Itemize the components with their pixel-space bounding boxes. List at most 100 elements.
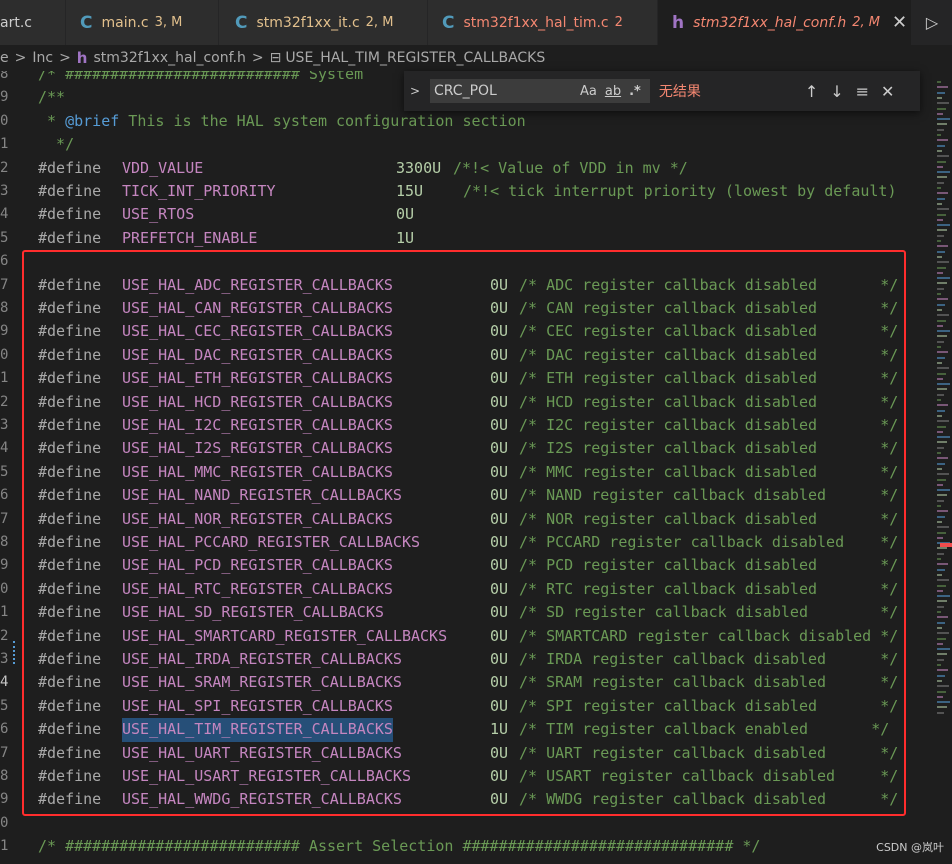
whole-word-icon[interactable]: ab bbox=[605, 84, 621, 99]
line-number: 6 bbox=[0, 487, 9, 504]
comment-text: /*!< Value of VDD in mv */ bbox=[453, 158, 688, 177]
macro-name[interactable]: USE_HAL_IRDA_REGISTER_CALLBACKS bbox=[122, 648, 402, 671]
macro-name[interactable]: TICK_INT_PRIORITY bbox=[122, 180, 276, 203]
line-number: 2 bbox=[0, 159, 9, 176]
macro-name[interactable]: USE_HAL_PCD_REGISTER_CALLBACKS bbox=[122, 554, 393, 577]
minimap-mark bbox=[937, 393, 944, 396]
breadcrumb-item[interactable]: e bbox=[0, 50, 9, 66]
code-content: #define USE_HAL_USART_REGISTER_CALLBACKS 0… bbox=[38, 765, 898, 788]
macro-name[interactable]: USE_HAL_DAC_REGISTER_CALLBACKS bbox=[122, 344, 393, 367]
comment-text: */ bbox=[38, 135, 75, 154]
code-content: /** bbox=[38, 86, 65, 109]
match-case-icon[interactable]: Aa bbox=[580, 84, 597, 99]
tab-stm32f1xx-hal-tim-c[interactable]: C stm32f1xx_hal_tim.c 2 bbox=[428, 0, 658, 45]
minimap-mark bbox=[937, 81, 941, 83]
define-keyword: #define bbox=[38, 322, 102, 341]
macro-value: 0U bbox=[490, 439, 509, 458]
code-content: #define USE_HAL_WWDG_REGISTER_CALLBACKS 0U… bbox=[38, 788, 898, 811]
breadcrumb-item[interactable]: stm32f1xx_hal_conf.h bbox=[93, 50, 245, 66]
minimap-mark bbox=[937, 489, 950, 492]
close-icon[interactable]: ✕ bbox=[892, 12, 907, 33]
minimap-mark bbox=[937, 144, 945, 147]
macro-name[interactable]: USE_HAL_ETH_REGISTER_CALLBACKS bbox=[122, 367, 393, 390]
define-keyword: #define bbox=[38, 462, 102, 481]
minimap-mark bbox=[937, 589, 943, 592]
minimap-mark bbox=[937, 526, 949, 529]
macro-name[interactable]: USE_HAL_UART_REGISTER_CALLBACKS bbox=[122, 742, 402, 765]
tab-stm32f1xx-it-c[interactable]: C stm32f1xx_it.c 2, M bbox=[219, 0, 428, 45]
c-file-icon: C bbox=[235, 12, 248, 33]
define-keyword: #define bbox=[38, 486, 102, 505]
macro-name[interactable]: USE_HAL_NOR_REGISTER_CALLBACKS bbox=[122, 508, 393, 531]
minimap-mark bbox=[937, 171, 950, 174]
chevron-right-icon[interactable]: > bbox=[404, 84, 426, 98]
macro-name[interactable]: USE_RTOS bbox=[122, 203, 194, 226]
minimap-mark bbox=[937, 324, 943, 327]
tab-art-c[interactable]: art.c bbox=[0, 0, 66, 45]
tab-status: 2, M bbox=[852, 15, 880, 30]
macro-name[interactable]: USE_HAL_RTC_REGISTER_CALLBACKS bbox=[122, 578, 393, 601]
minimap-mark bbox=[937, 134, 941, 136]
code-content: #define USE_HAL_I2S_REGISTER_CALLBACKS 0U /… bbox=[38, 437, 898, 460]
define-keyword: #define bbox=[38, 533, 102, 551]
macro-name[interactable]: USE_HAL_I2S_REGISTER_CALLBACKS bbox=[122, 437, 393, 460]
minimap-mark bbox=[937, 706, 947, 709]
define-keyword: #define bbox=[38, 650, 102, 668]
minimap-mark bbox=[937, 690, 946, 693]
chevron-right-icon: > bbox=[251, 50, 264, 66]
minimap-mark bbox=[937, 467, 942, 470]
code-editor[interactable]: 8 /* ########################## System 9 /*… bbox=[0, 71, 935, 864]
selected-macro-name[interactable]: USE_HAL_TIM_REGISTER_CALLBACKS bbox=[122, 718, 393, 742]
minimap-mark bbox=[937, 229, 947, 232]
arrow-up-icon[interactable]: ↑ bbox=[805, 82, 818, 101]
chevron-right-icon: > bbox=[59, 50, 71, 66]
minimap-mark bbox=[937, 642, 943, 645]
code-content: /* ########################## Assert Sel… bbox=[38, 835, 760, 858]
tab-label: main.c bbox=[101, 14, 149, 31]
minimap-mark bbox=[937, 234, 944, 237]
tab-stm32f1xx-hal-conf-h[interactable]: h stm32f1xx_hal_conf.h 2, M ✕ bbox=[658, 0, 912, 45]
minimap-mark bbox=[937, 404, 948, 407]
close-icon[interactable]: ✕ bbox=[881, 82, 894, 101]
run-icon[interactable]: ▷ bbox=[912, 0, 952, 45]
macro-name[interactable]: USE_HAL_SD_REGISTER_CALLBACKS bbox=[122, 601, 384, 624]
arrow-down-icon[interactable]: ↓ bbox=[830, 82, 843, 101]
macro-name[interactable]: USE_HAL_SPI_REGISTER_CALLBACKS bbox=[122, 695, 393, 718]
minimap-error-marker bbox=[940, 543, 952, 547]
macro-name[interactable]: USE_HAL_SMARTCARD_REGISTER_CALLBACKS bbox=[122, 625, 447, 648]
minimap-mark bbox=[937, 621, 945, 624]
macro-name[interactable]: USE_HAL_PCCARD_REGISTER_CALLBACKS bbox=[122, 531, 420, 554]
breadcrumb-item[interactable]: Inc bbox=[32, 50, 53, 66]
macro-name[interactable]: USE_HAL_SRAM_REGISTER_CALLBACKS bbox=[122, 671, 402, 694]
comment-text: /* I2C register callback disabled */ bbox=[519, 416, 899, 434]
macro-name[interactable]: USE_HAL_USART_REGISTER_CALLBACKS bbox=[122, 765, 411, 788]
define-keyword: #define bbox=[38, 579, 102, 598]
breadcrumb-item[interactable]: USE_HAL_TIM_REGISTER_CALLBACKS bbox=[285, 50, 545, 66]
minimap-mark bbox=[937, 494, 947, 497]
comment-text: /* ETH register callback disabled */ bbox=[519, 369, 899, 388]
macro-name[interactable]: USE_HAL_CEC_REGISTER_CALLBACKS bbox=[122, 320, 393, 343]
code-content: #define USE_HAL_RTC_REGISTER_CALLBACKS 0U /… bbox=[38, 578, 898, 601]
line-number: 3 bbox=[0, 651, 9, 667]
macro-name[interactable]: USE_HAL_CAN_REGISTER_CALLBACKS bbox=[122, 297, 393, 320]
minimap[interactable] bbox=[935, 71, 952, 864]
macro-value: 0U bbox=[490, 673, 509, 692]
define-keyword: #define bbox=[38, 767, 102, 785]
find-in-selection-icon[interactable]: ≡ bbox=[856, 82, 869, 101]
macro-name[interactable]: USE_HAL_MMC_REGISTER_CALLBACKS bbox=[122, 461, 393, 484]
macro-name[interactable]: VDD_VALUE bbox=[122, 157, 203, 180]
macro-name[interactable]: USE_HAL_HCD_REGISTER_CALLBACKS bbox=[122, 391, 393, 414]
minimap-mark bbox=[937, 600, 947, 603]
code-content: #define USE_HAL_DAC_REGISTER_CALLBACKS 0U /… bbox=[38, 344, 898, 367]
macro-name[interactable]: USE_HAL_ADC_REGISTER_CALLBACKS bbox=[122, 274, 393, 297]
macro-value: 0U bbox=[490, 626, 509, 645]
tab-main-c[interactable]: C main.c 3, M bbox=[66, 0, 219, 45]
regex-icon[interactable]: .* bbox=[629, 84, 641, 99]
macro-name[interactable]: USE_HAL_I2C_REGISTER_CALLBACKS bbox=[122, 414, 393, 437]
comment-text: This is the HAL system configuration sec… bbox=[119, 111, 526, 130]
macro-name[interactable]: PREFETCH_ENABLE bbox=[122, 227, 257, 250]
macro-name[interactable]: USE_HAL_NAND_REGISTER_CALLBACKS bbox=[122, 484, 402, 507]
macro-name[interactable]: USE_HAL_WWDG_REGISTER_CALLBACKS bbox=[122, 788, 402, 811]
minimap-mark bbox=[937, 626, 942, 629]
minimap-mark bbox=[937, 611, 941, 613]
